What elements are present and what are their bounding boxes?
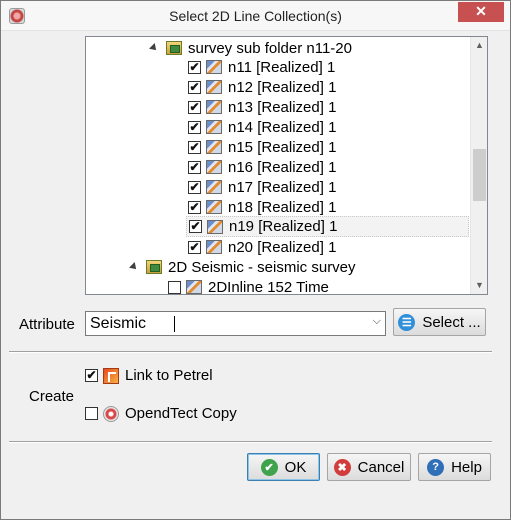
chevron-down-icon[interactable]: ⌵: [373, 315, 381, 328]
tree-survey-row[interactable]: 2D Seismic - seismic survey: [129, 257, 356, 277]
line-checkbox[interactable]: ✔: [188, 240, 201, 254]
tree-line-label: n18 [Realized] 1: [228, 198, 337, 216]
scroll-thumb[interactable]: [473, 149, 486, 201]
link-to-petrel-option[interactable]: ✔ Link to Petrel: [85, 367, 213, 384]
tree-line-label: n12 [Realized] 1: [228, 78, 337, 96]
ok-label: OK: [284, 458, 307, 476]
tree-line-label: n11 [Realized] 1: [228, 58, 336, 76]
tree-line-row[interactable]: ✔ n14 [Realized] 1: [188, 117, 336, 137]
text-caret: [174, 316, 175, 332]
separator: [9, 351, 492, 353]
ok-button[interactable]: ✔ OK: [247, 453, 320, 481]
2d-line-icon: [206, 180, 222, 194]
2d-line-icon: [206, 120, 222, 134]
tree-survey-label: 2D Seismic - seismic survey: [168, 258, 356, 276]
link-to-petrel-checkbox[interactable]: ✔: [85, 369, 98, 382]
attribute-combo[interactable]: Seismic ⌵: [85, 311, 386, 336]
2d-line-icon: [207, 219, 223, 234]
line-collection-tree[interactable]: survey sub folder n11-20 ✔ n11 [Realized…: [85, 36, 488, 295]
title-bar[interactable]: Select 2D Line Collection(s) ✕: [1, 1, 510, 31]
tree-line-label: n14 [Realized] 1: [228, 118, 337, 136]
opendtect-copy-option[interactable]: OpendTect Copy: [85, 405, 237, 422]
tree-line-label: 2DInline 152 Time: [208, 278, 329, 295]
line-checkbox[interactable]: [168, 280, 181, 294]
tree-line-row[interactable]: ✔ n13 [Realized] 1: [188, 97, 336, 117]
select-button-label: Select ...: [422, 313, 481, 331]
line-checkbox[interactable]: ✔: [188, 160, 201, 174]
line-checkbox[interactable]: ✔: [188, 120, 201, 134]
tree-folder-row[interactable]: survey sub folder n11-20: [149, 38, 352, 58]
link-to-petrel-label: Link to Petrel: [125, 367, 213, 384]
expand-arrow-icon[interactable]: [129, 262, 139, 272]
close-button[interactable]: ✕: [458, 2, 504, 22]
help-button[interactable]: ? Help: [418, 453, 491, 481]
tree-line-label: n13 [Realized] 1: [228, 98, 337, 116]
2d-line-icon: [186, 280, 202, 294]
line-checkbox[interactable]: ✔: [188, 60, 201, 74]
dialog-title: Select 2D Line Collection(s): [169, 8, 342, 24]
folder-icon: [166, 41, 182, 55]
tree-scrollbar[interactable]: ▲ ▼: [470, 37, 487, 294]
expand-arrow-icon[interactable]: [149, 43, 159, 53]
cancel-label: Cancel: [357, 458, 405, 476]
line-checkbox[interactable]: ✔: [188, 200, 201, 214]
2d-line-icon: [206, 240, 222, 254]
help-label: Help: [451, 458, 482, 476]
tree-line-row[interactable]: ✔ n16 [Realized] 1: [188, 157, 336, 177]
line-checkbox[interactable]: ✔: [188, 100, 201, 114]
tree-line-label: n16 [Realized] 1: [228, 158, 337, 176]
2d-line-icon: [206, 140, 222, 154]
scroll-up-arrow[interactable]: ▲: [471, 37, 487, 54]
tree-line-row[interactable]: ✔ n20 [Realized] 1: [188, 237, 336, 257]
tree-line-label: n17 [Realized] 1: [228, 178, 337, 196]
2d-line-icon: [206, 160, 222, 174]
survey-folder-icon: [146, 260, 162, 274]
opendtect-copy-label: OpendTect Copy: [125, 405, 237, 422]
separator: [9, 441, 492, 443]
opendtect-copy-checkbox[interactable]: [85, 407, 98, 420]
2d-line-icon: [206, 100, 222, 114]
tree-folder-label: survey sub folder n11-20: [188, 39, 352, 57]
tree-line-label: n20 [Realized] 1: [228, 238, 337, 256]
tree-line-row[interactable]: ✔ n11 [Realized] 1: [188, 57, 335, 77]
attribute-select-button[interactable]: ☰ Select ...: [393, 308, 486, 336]
attribute-label: Attribute: [19, 316, 75, 333]
attribute-value: Seismic: [90, 315, 147, 332]
list-icon: ☰: [398, 313, 416, 331]
tree-line-row[interactable]: ✔ n15 [Realized] 1: [188, 137, 336, 157]
opendtect-icon: [103, 405, 119, 422]
tree-line-label: n19 [Realized] 1: [229, 218, 338, 235]
tree-line-row[interactable]: ✔ n17 [Realized] 1: [188, 177, 336, 197]
line-checkbox[interactable]: ✔: [189, 220, 202, 233]
2d-line-icon: [206, 60, 222, 74]
cancel-icon: ✖: [333, 458, 351, 476]
line-checkbox[interactable]: ✔: [188, 180, 201, 194]
create-label: Create: [29, 388, 75, 405]
2d-line-icon: [206, 80, 222, 94]
cancel-button[interactable]: ✖ Cancel: [327, 453, 411, 481]
dialog-body: survey sub folder n11-20 ✔ n11 [Realized…: [1, 31, 510, 519]
check-icon: ✔: [260, 458, 278, 476]
scroll-down-arrow[interactable]: ▼: [471, 277, 487, 294]
tree-line-row[interactable]: ✔ n18 [Realized] 1: [188, 197, 336, 217]
petrel-icon: [103, 367, 119, 384]
2d-line-icon: [206, 200, 222, 214]
dialog-window: Select 2D Line Collection(s) ✕ survey su…: [0, 0, 511, 520]
help-icon: ?: [427, 458, 445, 476]
tree-line-label: n15 [Realized] 1: [228, 138, 337, 156]
tree-line-row[interactable]: 2DInline 152 Time: [168, 277, 329, 295]
line-checkbox[interactable]: ✔: [188, 140, 201, 154]
tree-line-row[interactable]: ✔ n12 [Realized] 1: [188, 77, 336, 97]
tree-line-row-selected[interactable]: ✔ n19 [Realized] 1: [186, 216, 469, 237]
line-checkbox[interactable]: ✔: [188, 80, 201, 94]
